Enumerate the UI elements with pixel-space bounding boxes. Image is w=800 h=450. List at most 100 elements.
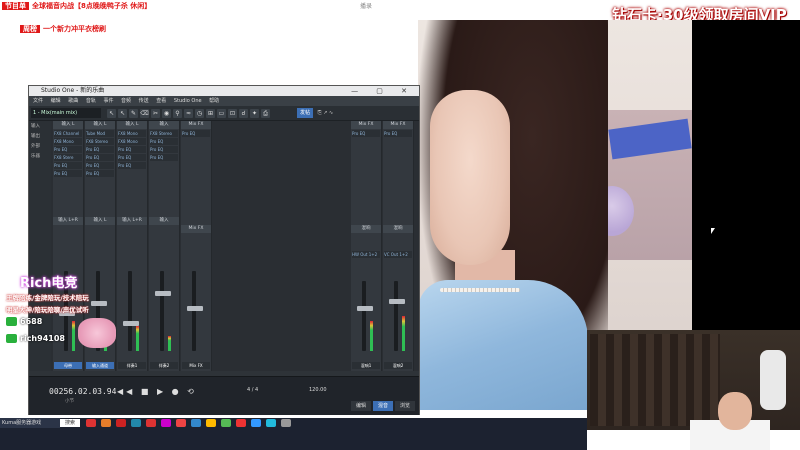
split-tool-icon[interactable]: ✂ xyxy=(151,109,160,118)
menu-studio-one[interactable]: Studio One xyxy=(174,98,202,104)
insert-slot[interactable]: Pro EQ xyxy=(54,170,82,177)
taskbar-app-icon[interactable] xyxy=(176,419,186,427)
menu-edit[interactable]: 编辑 xyxy=(51,98,61,104)
fader-knob[interactable] xyxy=(357,306,373,311)
channel-name[interactable]: 混响2 xyxy=(384,362,412,369)
arrow-tool-icon[interactable]: ↖ xyxy=(107,109,116,118)
tab-edit[interactable]: 编辑 xyxy=(351,401,371,411)
menu-song[interactable]: 歌曲 xyxy=(68,98,78,104)
menu-view[interactable]: 查看 xyxy=(156,98,166,104)
insert-slot[interactable]: Pro EQ xyxy=(86,162,114,169)
copy-icon[interactable]: ⎘ xyxy=(318,110,322,116)
preset-selector[interactable]: 1 - Mix(main mix) xyxy=(31,108,101,118)
channel-name[interactable]: 输入通道 xyxy=(86,362,114,369)
channel-name[interactable]: 伴奏2 xyxy=(150,362,178,369)
taskbar-app-icon[interactable] xyxy=(251,419,261,427)
daw-titlebar[interactable]: Studio One - 新的乐曲 — ▢ ✕ xyxy=(29,86,419,96)
insert-slot[interactable]: Pro EQ xyxy=(384,130,412,137)
taskbar-app[interactable]: Kuma服务器游戏 xyxy=(0,418,60,428)
insert-slot[interactable]: Pro EQ xyxy=(118,162,146,169)
daw-window-buttons[interactable]: — ▢ ✕ xyxy=(351,86,415,96)
channel-name[interactable]: 混响1 xyxy=(352,362,380,369)
taskbar-app-icon[interactable] xyxy=(266,419,276,427)
taskbar-app-icon[interactable] xyxy=(221,419,231,427)
print-icon[interactable]: ⎙ xyxy=(261,109,270,118)
menu-help[interactable]: 帮助 xyxy=(209,98,219,104)
transport-buttons[interactable]: ◀◀ ■ ▶ ● ⟲ xyxy=(117,387,197,396)
taskbar-app-icon[interactable] xyxy=(146,419,156,427)
insert-slot[interactable]: FX8 Stereo xyxy=(86,138,114,145)
taskbar-app-icon[interactable] xyxy=(206,419,216,427)
insert-slot[interactable]: Tube Mod xyxy=(86,130,114,137)
insert-slot[interactable]: FX8 Mono xyxy=(54,138,82,145)
taskbar-app-icon[interactable] xyxy=(86,419,96,427)
insert-slot[interactable]: Pro EQ xyxy=(118,146,146,153)
tab-mix[interactable]: 混音 xyxy=(373,401,393,411)
taskbar-app-icon[interactable] xyxy=(161,419,171,427)
channel-name[interactable]: 伴奏1 xyxy=(118,362,146,369)
tab-browse[interactable]: 浏览 xyxy=(395,401,415,411)
menu-transport[interactable]: 传送 xyxy=(139,98,149,104)
zoom-tool-icon[interactable]: ⚲ xyxy=(173,109,182,118)
insert-slot[interactable]: FX8 Stereo xyxy=(150,130,178,137)
taskbar-app-icon[interactable] xyxy=(101,419,111,427)
volume-fader[interactable] xyxy=(128,271,132,351)
menu-file[interactable]: 文件 xyxy=(33,98,43,104)
spark-icon[interactable]: ✦ xyxy=(250,109,259,118)
insert-slot[interactable]: Pro EQ xyxy=(118,154,146,161)
insert-slot[interactable]: Pro EQ xyxy=(54,146,82,153)
daw-window[interactable]: Studio One - 新的乐曲 — ▢ ✕ 文件 编辑 歌曲 音轨 事件 音… xyxy=(28,85,420,415)
fader-knob[interactable] xyxy=(389,299,405,304)
rail-output[interactable]: 输出 xyxy=(29,131,51,141)
range-tool-icon[interactable]: ↖ xyxy=(118,109,127,118)
menu-track[interactable]: 音轨 xyxy=(86,98,96,104)
taskbar-app-icon[interactable] xyxy=(191,419,201,427)
taskbar-app-icon[interactable] xyxy=(236,419,246,427)
insert-slot[interactable]: Pro EQ xyxy=(150,146,178,153)
tempo-display[interactable]: 120.00 xyxy=(309,387,327,393)
volume-fader[interactable] xyxy=(394,281,398,351)
volume-fader[interactable] xyxy=(192,271,196,351)
time-display[interactable]: 00256.02.03.94 xyxy=(49,387,116,396)
link-icon[interactable]: ☌ xyxy=(239,109,248,118)
insert-slot[interactable]: Pro EQ xyxy=(150,138,178,145)
insert-slot[interactable]: FX8 Channel xyxy=(54,130,82,137)
insert-slot[interactable]: Pro EQ xyxy=(182,130,210,137)
insert-slot[interactable]: Pro EQ xyxy=(54,162,82,169)
channel-name[interactable]: Mix FX xyxy=(182,362,210,369)
taskbar-app-icon[interactable] xyxy=(131,419,141,427)
rail-instrument[interactable]: 乐器 xyxy=(29,151,51,161)
bend-tool-icon[interactable]: ≈ xyxy=(184,109,193,118)
volume-fader[interactable] xyxy=(160,271,164,351)
volume-fader[interactable] xyxy=(362,281,366,351)
insert-slot[interactable]: Pro EQ xyxy=(86,154,114,161)
insert-slot[interactable]: FX8 Mono xyxy=(118,130,146,137)
taskbar-search[interactable]: 搜索 xyxy=(60,419,80,427)
mute-tool-icon[interactable]: ◉ xyxy=(162,109,171,118)
menu-audio[interactable]: 音频 xyxy=(121,98,131,104)
grid-icon[interactable]: ⊞ xyxy=(206,109,215,118)
insert-slot[interactable]: FX8 Mono xyxy=(118,138,146,145)
snap-icon[interactable]: ▭ xyxy=(217,109,226,118)
bus-label[interactable]: VC Out 1+2 xyxy=(384,251,412,258)
wave-icon[interactable]: ∿ xyxy=(329,110,333,116)
fader-knob[interactable] xyxy=(155,291,171,296)
bus-label[interactable]: HW Out 1+2 xyxy=(352,251,380,258)
channel-name[interactable]: 母带 xyxy=(54,362,82,369)
insert-slot[interactable]: Pro EQ xyxy=(150,154,178,161)
fader-knob[interactable] xyxy=(187,306,203,311)
fader-knob[interactable] xyxy=(91,301,107,306)
eraser-tool-icon[interactable]: ⌫ xyxy=(140,109,149,118)
taskbar-app-icon[interactable] xyxy=(281,419,291,427)
insert-slot[interactable]: Pro EQ xyxy=(86,170,114,177)
time-signature[interactable]: 4 / 4 xyxy=(247,387,258,393)
publish-button[interactable]: 发帖 xyxy=(297,108,314,118)
rail-input[interactable]: 输入 xyxy=(29,121,51,131)
taskbar-app-icon[interactable] xyxy=(116,419,126,427)
share-icon[interactable]: ↗ xyxy=(323,110,327,116)
insert-slot[interactable]: Pro EQ xyxy=(352,130,380,137)
quantize-icon[interactable]: ⊡ xyxy=(228,109,237,118)
insert-slot[interactable]: Pro EQ xyxy=(86,146,114,153)
pencil-tool-icon[interactable]: ✎ xyxy=(129,109,138,118)
listen-tool-icon[interactable]: ◷ xyxy=(195,109,204,118)
